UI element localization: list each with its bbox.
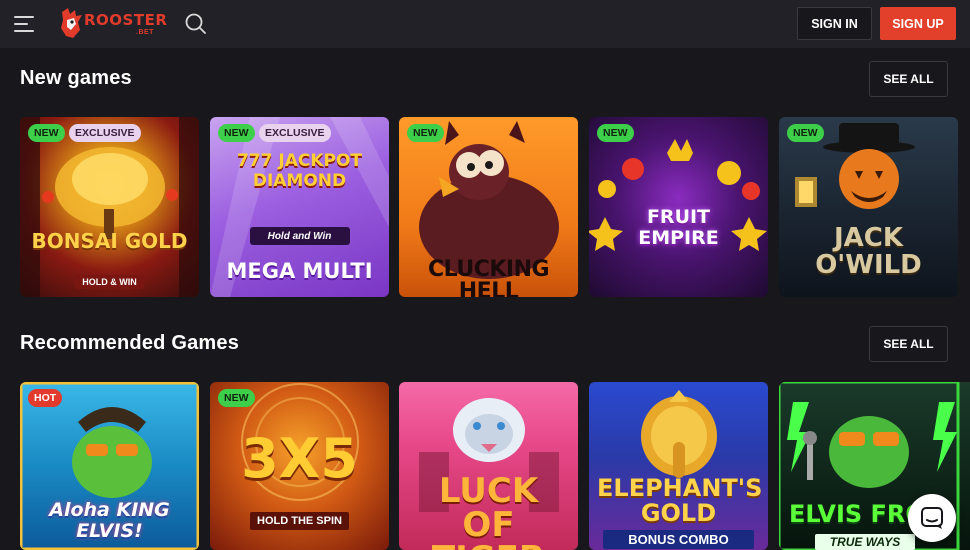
game-subtitle: Hold and Win bbox=[267, 231, 332, 242]
search-icon[interactable] bbox=[184, 12, 208, 36]
game-title: JACK O'WILD bbox=[815, 223, 922, 281]
game-tile-jack-o-wild[interactable]: NEW JACK O'WILD bbox=[779, 117, 958, 297]
hot-badge: HOT bbox=[28, 389, 63, 407]
game-tile-aloha-king-elvis[interactable]: HOT Aloha KING ELVIS! bbox=[20, 382, 199, 550]
logo-wordmark: ROOSTER bbox=[84, 11, 168, 29]
rooster-bet-logo[interactable]: ROOSTER .BET bbox=[58, 6, 167, 40]
new-games-see-all-button[interactable]: SEE ALL bbox=[869, 61, 948, 97]
game-title: CLUCKING HELL bbox=[427, 257, 550, 298]
new-badge: NEW bbox=[28, 124, 65, 142]
game-title-secondary: MEGA MULTI bbox=[226, 259, 373, 283]
game-title: LUCK OF TIGER bbox=[432, 471, 545, 550]
sign-in-button[interactable]: SIGN IN bbox=[797, 7, 872, 40]
game-title: 777 JACKPOT DIAMOND bbox=[236, 151, 363, 192]
game-tile-fruit-empire[interactable]: NEW FRUIT EMPIRE bbox=[589, 117, 768, 297]
game-title: 3X5 bbox=[241, 427, 358, 490]
game-tile-3x5[interactable]: NEW 3X5 HOLD THE SPIN bbox=[210, 382, 389, 550]
new-games-heading: New games bbox=[20, 67, 132, 89]
game-tile-bonsai-gold[interactable]: NEW EXCLUSIVE BONSAI GOLD HOLD & WIN bbox=[20, 117, 199, 297]
hamburger-menu-icon[interactable] bbox=[14, 14, 36, 34]
new-badge: NEW bbox=[218, 389, 255, 407]
exclusive-badge: EXCLUSIVE bbox=[259, 124, 331, 142]
logo-domain: .BET bbox=[136, 29, 154, 36]
bonsai-gold-artwork bbox=[20, 117, 199, 297]
game-tile-elephants-gold[interactable]: ELEPHANT'S GOLD BONUS COMBO bbox=[589, 382, 768, 550]
recommended-see-all-button[interactable]: SEE ALL bbox=[869, 326, 948, 362]
new-badge: NEW bbox=[407, 124, 444, 142]
game-tile-clucking-hell[interactable]: NEW CLUCKING HELL bbox=[399, 117, 578, 297]
game-subtitle: HOLD & WIN bbox=[75, 275, 144, 289]
game-tile-777-jackpot-diamond-mega-multi[interactable]: NEW EXCLUSIVE 777 JACKPOT DIAMOND Hold a… bbox=[210, 117, 389, 297]
game-tile-luck-of-tiger[interactable]: LUCK OF TIGER bbox=[399, 382, 578, 550]
sign-up-button[interactable]: SIGN UP bbox=[880, 7, 956, 40]
game-title: ELEPHANT'S GOLD bbox=[597, 474, 763, 528]
game-title: Aloha KING ELVIS! bbox=[49, 499, 170, 542]
game-title: BONSAI GOLD bbox=[31, 229, 188, 253]
exclusive-badge: EXCLUSIVE bbox=[69, 124, 141, 142]
new-badge: NEW bbox=[787, 124, 824, 142]
new-badge: NEW bbox=[597, 124, 634, 142]
top-navigation-bar: ROOSTER .BET SIGN IN SIGN UP bbox=[0, 0, 970, 48]
new-badge: NEW bbox=[218, 124, 255, 142]
chat-bubble-icon[interactable] bbox=[908, 494, 956, 542]
recommended-games-heading: Recommended Games bbox=[20, 332, 240, 354]
game-subtitle: TRUE WAYS bbox=[815, 534, 915, 550]
rooster-head-icon bbox=[61, 8, 82, 38]
game-title: FRUIT EMPIRE bbox=[638, 206, 719, 249]
game-subtitle: BONUS COMBO bbox=[603, 530, 754, 549]
game-subtitle: HOLD THE SPIN bbox=[250, 512, 349, 530]
